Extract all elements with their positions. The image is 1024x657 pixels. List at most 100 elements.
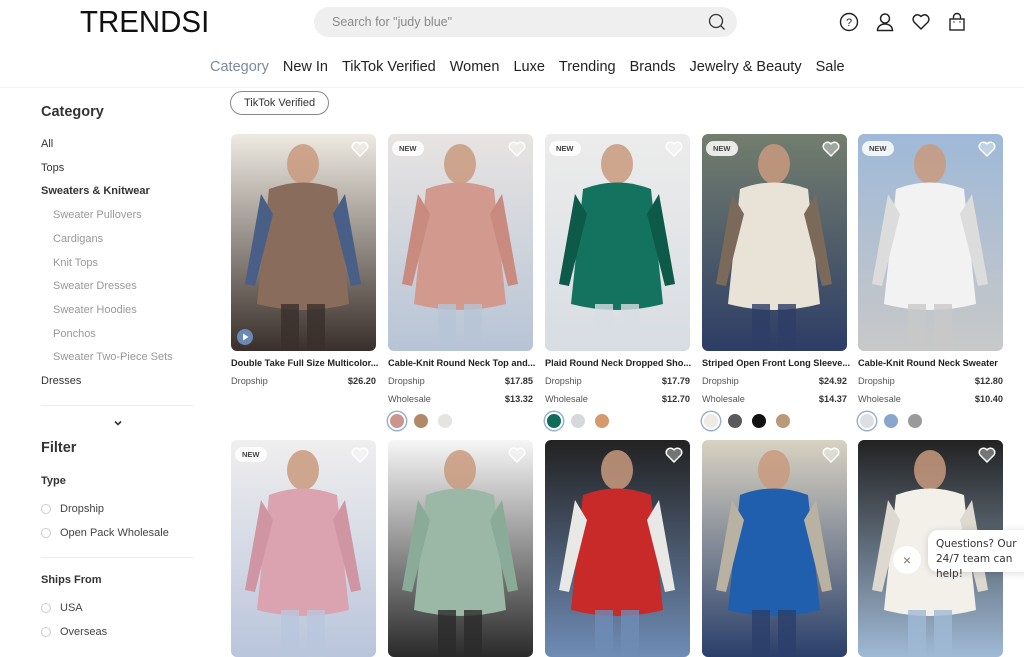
wishlist-icon[interactable] bbox=[910, 11, 932, 33]
product-card[interactable]: Double Take Full Size Multicolor... Drops… bbox=[231, 134, 378, 386]
ships-option-overseas[interactable]: Overseas bbox=[41, 626, 107, 638]
expand-chevron-icon[interactable] bbox=[113, 415, 123, 426]
color-swatch[interactable] bbox=[726, 412, 744, 430]
category-item[interactable]: Ponchos bbox=[53, 328, 96, 340]
color-swatch[interactable] bbox=[593, 412, 611, 430]
product-name[interactable]: Striped Open Front Long Sleeve... bbox=[702, 358, 852, 368]
product-image[interactable]: NEW bbox=[231, 440, 376, 657]
category-item[interactable]: Cardigans bbox=[53, 233, 103, 245]
heart-icon[interactable] bbox=[977, 140, 997, 158]
color-swatch[interactable] bbox=[906, 412, 924, 430]
color-swatch[interactable] bbox=[858, 412, 876, 430]
category-item[interactable]: Sweater Pullovers bbox=[53, 209, 142, 221]
heart-icon[interactable] bbox=[350, 140, 370, 158]
type-option-dropship[interactable]: Dropship bbox=[41, 503, 104, 515]
radio-label: Open Pack Wholesale bbox=[60, 527, 169, 539]
divider bbox=[41, 405, 193, 406]
product-image[interactable] bbox=[388, 440, 533, 657]
product-card[interactable]: NEW Plaid Round Neck Dropped Sho... Dropsh… bbox=[545, 134, 691, 430]
active-filter-tag[interactable]: TikTok Verified bbox=[230, 91, 330, 115]
category-item[interactable]: Sweater Two-Piece Sets bbox=[53, 351, 173, 363]
product-image[interactable]: NEW bbox=[702, 134, 847, 351]
category-item[interactable]: Tops bbox=[41, 162, 64, 174]
heart-icon[interactable] bbox=[664, 446, 684, 464]
dropship-price-row: Dropship $17.79 bbox=[545, 376, 690, 386]
category-item[interactable]: Sweaters & Knitwear bbox=[41, 185, 150, 197]
price-label: Wholesale bbox=[702, 394, 745, 404]
product-card[interactable]: NEW Striped Open Front Long Sleeve... Drop… bbox=[702, 134, 850, 430]
radio-button[interactable] bbox=[41, 627, 51, 637]
ships-option-usa[interactable]: USA bbox=[41, 602, 83, 614]
nav-item-sale[interactable]: Sale bbox=[816, 59, 845, 75]
category-item[interactable]: Sweater Dresses bbox=[53, 280, 137, 292]
color-swatch[interactable] bbox=[882, 412, 900, 430]
color-swatch[interactable] bbox=[412, 412, 430, 430]
product-name[interactable]: Double Take Full Size Multicolor... bbox=[231, 358, 381, 368]
nav-item-women[interactable]: Women bbox=[450, 59, 500, 75]
heart-icon[interactable] bbox=[507, 140, 527, 158]
product-name[interactable]: Cable-Knit Round Neck Top and... bbox=[388, 358, 538, 368]
nav-item-category[interactable]: Category bbox=[210, 59, 269, 75]
product-image[interactable]: NEW bbox=[858, 134, 1003, 351]
color-swatches bbox=[702, 412, 792, 430]
color-swatch[interactable] bbox=[388, 412, 406, 430]
search-icon[interactable] bbox=[707, 12, 727, 32]
product-image[interactable]: NEW bbox=[545, 134, 690, 351]
color-swatch[interactable] bbox=[774, 412, 792, 430]
radio-button[interactable] bbox=[41, 603, 51, 613]
help-icon[interactable]: ? bbox=[838, 11, 860, 33]
category-item[interactable]: Sweater Hoodies bbox=[53, 304, 137, 316]
cart-icon[interactable] bbox=[946, 11, 968, 33]
chat-close-button[interactable]: × bbox=[893, 546, 921, 574]
category-title: Category bbox=[41, 104, 104, 120]
product-image[interactable] bbox=[702, 440, 847, 657]
dropship-price: $17.79 bbox=[661, 376, 690, 386]
category-item[interactable]: All bbox=[41, 138, 53, 150]
wholesale-price: $12.70 bbox=[661, 394, 690, 404]
nav-item-trending[interactable]: Trending bbox=[559, 59, 616, 75]
category-item[interactable]: Dresses bbox=[41, 375, 81, 387]
nav-item-jewelry-beauty[interactable]: Jewelry & Beauty bbox=[690, 59, 802, 75]
account-icon[interactable] bbox=[874, 11, 896, 33]
wholesale-price: $13.32 bbox=[504, 394, 533, 404]
color-swatch[interactable] bbox=[750, 412, 768, 430]
nav-item-brands[interactable]: Brands bbox=[630, 59, 676, 75]
color-swatch[interactable] bbox=[702, 412, 720, 430]
product-image[interactable]: NEW bbox=[388, 134, 533, 351]
color-swatch[interactable] bbox=[545, 412, 563, 430]
radio-button[interactable] bbox=[41, 528, 51, 538]
product-image[interactable] bbox=[231, 134, 376, 351]
radio-button[interactable] bbox=[41, 504, 51, 514]
radio-label: Overseas bbox=[60, 626, 108, 638]
heart-icon[interactable] bbox=[664, 140, 684, 158]
search-input[interactable]: Search for "judy blue" bbox=[314, 7, 737, 37]
product-card[interactable]: NEW Cable-Knit Round Neck Top and... Drops… bbox=[388, 134, 535, 430]
product-card[interactable]: NEW bbox=[231, 440, 376, 657]
chat-bubble[interactable]: Questions? Our 24/7 team can help! bbox=[928, 530, 1024, 580]
type-option-open-pack-wholesale[interactable]: Open Pack Wholesale bbox=[41, 527, 169, 539]
product-card[interactable] bbox=[388, 440, 533, 657]
product-name[interactable]: Plaid Round Neck Dropped Sho... bbox=[545, 358, 695, 368]
product-card[interactable] bbox=[702, 440, 847, 657]
nav-item-luxe[interactable]: Luxe bbox=[513, 59, 544, 75]
product-card[interactable] bbox=[545, 440, 690, 657]
heart-icon[interactable] bbox=[350, 446, 370, 464]
play-video-icon[interactable] bbox=[237, 329, 253, 345]
product-name[interactable]: Cable-Knit Round Neck Sweater bbox=[858, 358, 1008, 368]
color-swatch[interactable] bbox=[436, 412, 454, 430]
heart-icon[interactable] bbox=[821, 140, 841, 158]
category-item[interactable]: Knit Tops bbox=[53, 257, 98, 269]
heart-icon[interactable] bbox=[821, 446, 841, 464]
main-nav: Category New In TikTok Verified Women Luxe Tr… bbox=[210, 59, 859, 75]
product-card[interactable]: NEW Cable-Knit Round Neck Sweater Dropship… bbox=[858, 134, 1003, 430]
color-swatches bbox=[858, 412, 924, 430]
nav-item-new-in[interactable]: New In bbox=[283, 59, 328, 75]
heart-icon[interactable] bbox=[977, 446, 997, 464]
dropship-price-row: Dropship $26.20 bbox=[231, 376, 376, 386]
color-swatch[interactable] bbox=[569, 412, 587, 430]
logo[interactable]: TRENDSI bbox=[80, 4, 209, 40]
new-badge: NEW bbox=[235, 447, 267, 462]
nav-item-tiktok-verified[interactable]: TikTok Verified bbox=[342, 59, 436, 75]
product-image[interactable] bbox=[545, 440, 690, 657]
heart-icon[interactable] bbox=[507, 446, 527, 464]
